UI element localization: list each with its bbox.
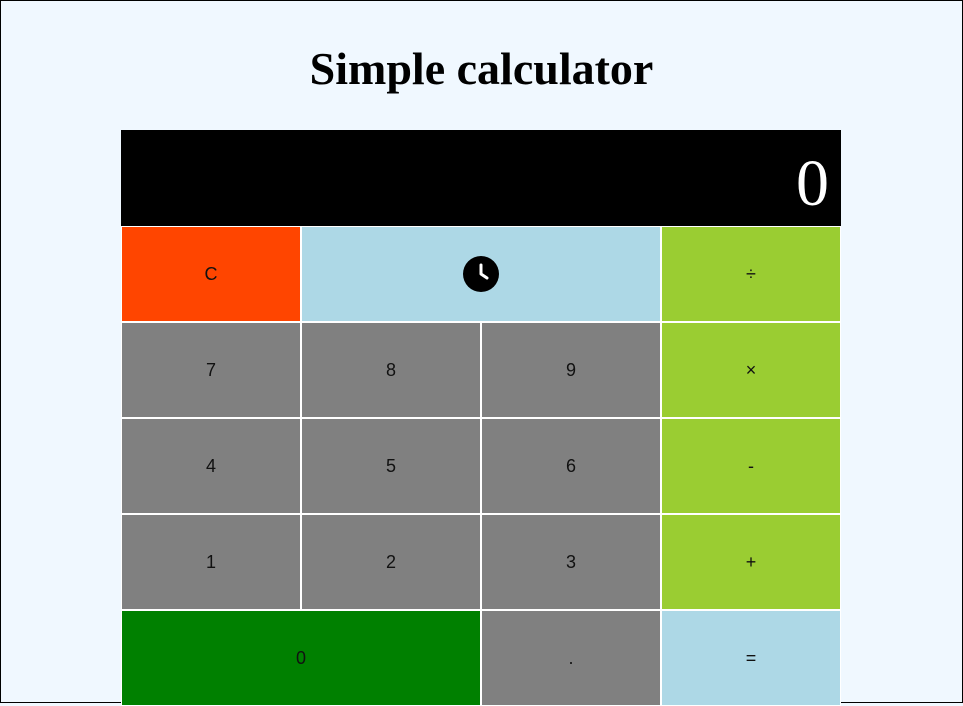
clock-icon [463,256,499,292]
equals-button[interactable]: = [661,610,841,706]
history-button[interactable] [301,226,661,322]
page-title: Simple calculator [309,43,654,94]
subtract-button[interactable]: - [661,418,841,514]
decimal-button[interactable]: . [481,610,661,706]
clear-button[interactable]: C [121,226,301,322]
digit-3-button[interactable]: 3 [481,514,661,610]
calculator-display: 0 [121,130,841,226]
digit-1-button[interactable]: 1 [121,514,301,610]
digit-7-button[interactable]: 7 [121,322,301,418]
digit-6-button[interactable]: 6 [481,418,661,514]
digit-9-button[interactable]: 9 [481,322,661,418]
digit-5-button[interactable]: 5 [301,418,481,514]
digit-4-button[interactable]: 4 [121,418,301,514]
add-button[interactable]: + [661,514,841,610]
calculator: 0 C ÷ 7 8 9 × 4 5 6 - 1 2 3 + 0 . = [121,130,842,706]
divide-button[interactable]: ÷ [661,226,841,322]
digit-0-button[interactable]: 0 [121,610,481,706]
keypad: C ÷ 7 8 9 × 4 5 6 - 1 2 3 + 0 . = [121,226,842,706]
multiply-button[interactable]: × [661,322,841,418]
digit-8-button[interactable]: 8 [301,322,481,418]
digit-2-button[interactable]: 2 [301,514,481,610]
